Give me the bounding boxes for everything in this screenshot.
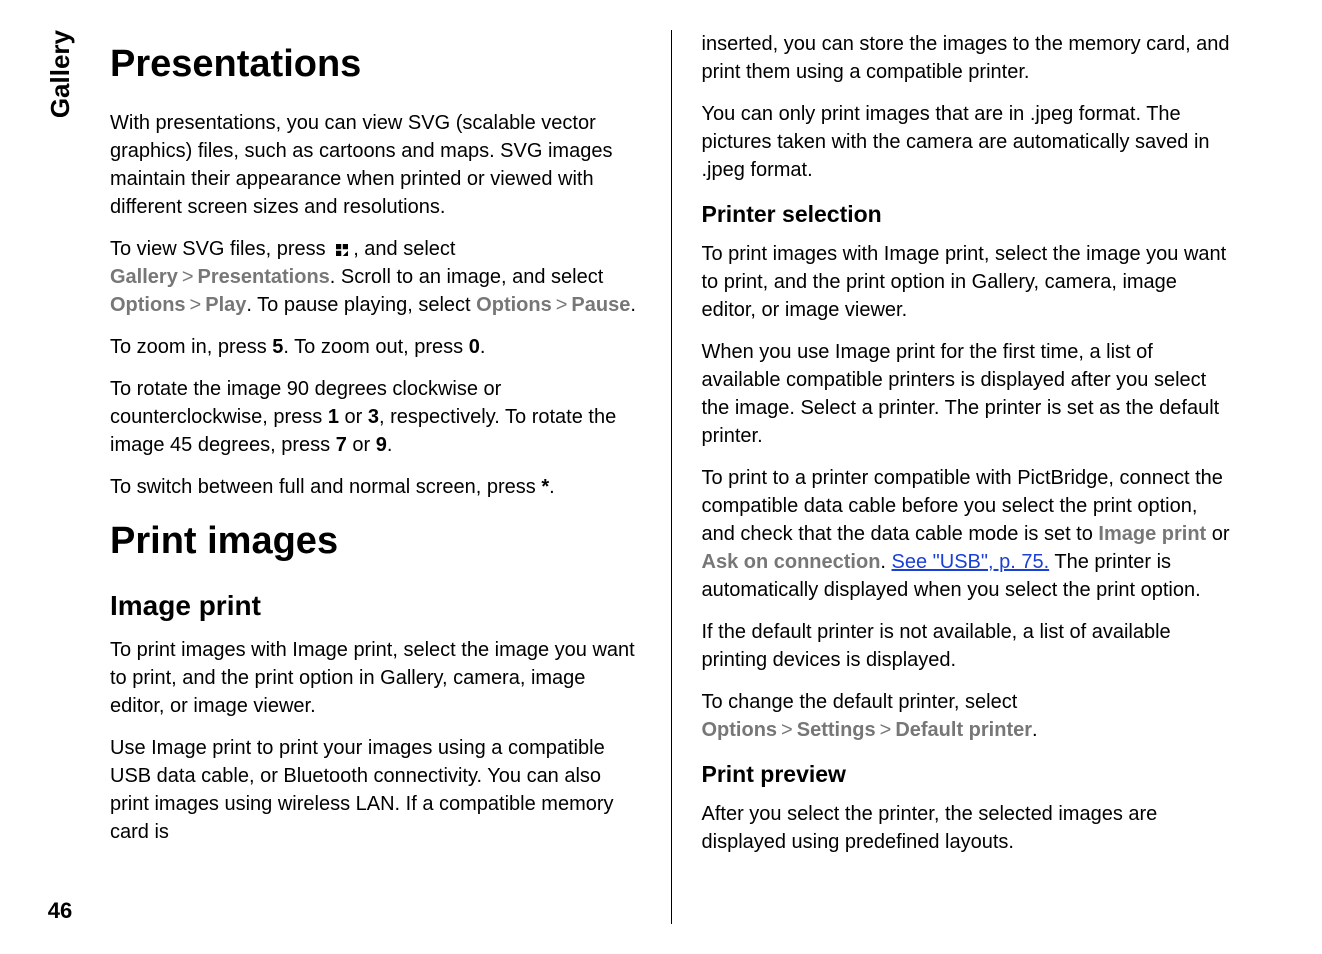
pictbridge-instructions: To print to a printer compatible with Pi… [702, 464, 1233, 604]
change-default-printer: To change the default printer, select Op… [702, 688, 1233, 744]
separator: > [190, 294, 202, 316]
link-see-usb[interactable]: See "USB", p. 75. [892, 551, 1050, 573]
text: . To pause playing, select [246, 294, 476, 316]
ui-gallery: Gallery [110, 266, 178, 288]
text: or [339, 406, 368, 428]
key-star: * [541, 476, 549, 498]
presentations-intro: With presentations, you can view SVG (sc… [110, 109, 641, 221]
menu-key-icon [333, 241, 351, 259]
zoom-instructions: To zoom in, press 5. To zoom out, press … [110, 333, 641, 361]
left-column: Presentations With presentations, you ca… [110, 30, 671, 924]
separator: > [556, 294, 568, 316]
page-content: Presentations With presentations, you ca… [110, 30, 1262, 924]
first-time-printer: When you use Image print for the first t… [702, 338, 1233, 450]
default-printer-unavailable: If the default printer is not available,… [702, 618, 1233, 674]
ui-presentations: Presentations [198, 266, 330, 288]
ui-default-printer: Default printer [895, 719, 1032, 741]
view-svg-instructions: To view SVG files, press , and select Ga… [110, 235, 641, 319]
text: , and select [353, 238, 455, 260]
text: To zoom in, press [110, 336, 272, 358]
rotate-instructions: To rotate the image 90 degrees clockwise… [110, 375, 641, 459]
sidebar: Gallery 46 [30, 30, 90, 924]
image-print-usage: Use Image print to print your images usi… [110, 734, 641, 846]
text: . [880, 551, 891, 573]
separator: > [182, 266, 194, 288]
text: To view SVG files, press [110, 238, 331, 260]
key-0: 0 [469, 336, 480, 358]
ui-play: Play [205, 294, 246, 316]
ui-options: Options [476, 294, 552, 316]
text: . To zoom out, press [283, 336, 468, 358]
page-number: 46 [48, 898, 72, 924]
ui-image-print: Image print [1098, 523, 1206, 545]
heading-presentations: Presentations [110, 38, 641, 91]
jpeg-note: You can only print images that are in .j… [702, 100, 1233, 184]
key-9: 9 [376, 434, 387, 456]
ui-pause: Pause [571, 294, 630, 316]
text: or [347, 434, 376, 456]
right-column: inserted, you can store the images to th… [671, 30, 1263, 924]
heading-printer-selection: Printer selection [702, 198, 1233, 230]
key-7: 7 [336, 434, 347, 456]
heading-print-preview: Print preview [702, 758, 1233, 790]
ui-settings: Settings [797, 719, 876, 741]
key-5: 5 [272, 336, 283, 358]
subheading-image-print: Image print [110, 586, 641, 625]
ui-options: Options [702, 719, 778, 741]
ui-options: Options [110, 294, 186, 316]
printer-selection-intro: To print images with Image print, select… [702, 240, 1233, 324]
key-3: 3 [368, 406, 379, 428]
text: . Scroll to an image, and select [330, 266, 603, 288]
memory-card-note: inserted, you can store the images to th… [702, 30, 1233, 86]
text: To change the default printer, select [702, 691, 1018, 713]
text: To switch between full and normal screen… [110, 476, 541, 498]
key-1: 1 [328, 406, 339, 428]
separator: > [781, 719, 793, 741]
image-print-intro: To print images with Image print, select… [110, 636, 641, 720]
section-label: Gallery [45, 30, 76, 118]
fullscreen-instructions: To switch between full and normal screen… [110, 473, 641, 501]
separator: > [880, 719, 892, 741]
heading-print-images: Print images [110, 515, 641, 568]
text: or [1206, 523, 1229, 545]
ui-ask-on-connection: Ask on connection [702, 551, 881, 573]
print-preview-text: After you select the printer, the select… [702, 800, 1233, 856]
